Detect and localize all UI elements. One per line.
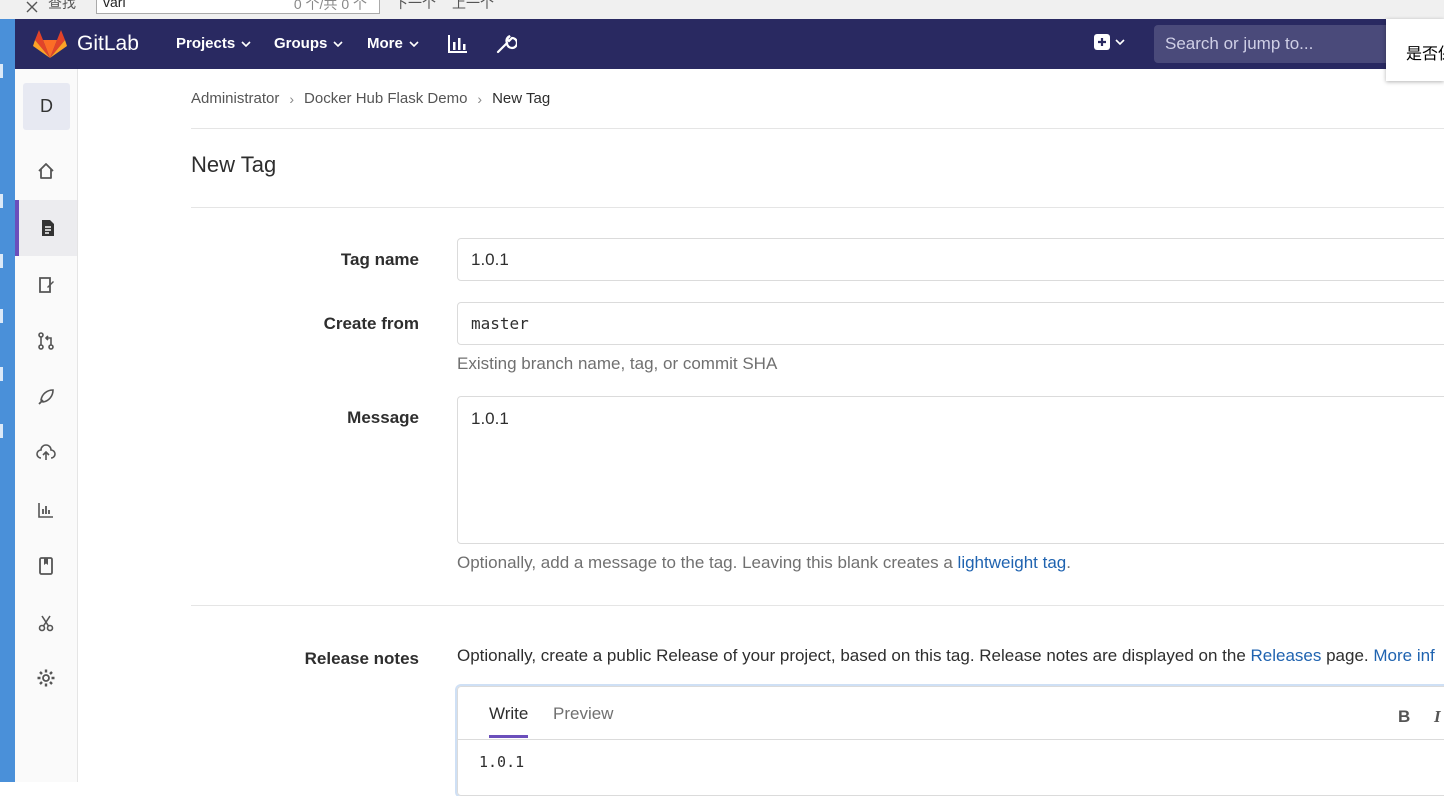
lightweight-tag-link[interactable]: lightweight tag xyxy=(958,553,1067,572)
chevron-down-icon xyxy=(1115,39,1125,45)
nav-more-menu[interactable]: More xyxy=(367,35,419,52)
ci-cd-icon xyxy=(38,389,54,405)
top-navbar: GitLab Projects Groups More Search or ju… xyxy=(15,19,1444,69)
create-from-label: Create from xyxy=(323,314,419,333)
editor-tabs: Write Preview B I xyxy=(458,687,1444,740)
sidebar-item-ci-cd[interactable] xyxy=(15,369,77,425)
snippets-icon xyxy=(38,615,54,632)
plus-square-icon xyxy=(1094,34,1110,50)
more-info-link[interactable]: More inf xyxy=(1373,646,1434,665)
find-input-value: vari xyxy=(103,0,126,10)
chart-icon[interactable] xyxy=(447,33,469,55)
nav-groups-menu[interactable]: Groups xyxy=(274,35,343,52)
divider xyxy=(191,605,1444,606)
message-help: Optionally, add a message to the tag. Le… xyxy=(457,553,1071,573)
nav-projects-menu[interactable]: Projects xyxy=(176,35,251,52)
sidebar-item-snippets[interactable] xyxy=(15,595,77,651)
find-count: 0 个/共 0 个 xyxy=(293,0,367,12)
operations-icon xyxy=(36,444,56,460)
sidebar-item-operations[interactable] xyxy=(15,425,77,481)
brand-name[interactable]: GitLab xyxy=(77,32,139,56)
message-help-suffix: . xyxy=(1066,553,1071,572)
find-prev-button[interactable]: 上一个 xyxy=(452,0,494,13)
message-textarea[interactable]: 1.0.1 xyxy=(457,396,1444,544)
nav-groups-label: Groups xyxy=(274,35,328,52)
gitlab-logo-icon[interactable] xyxy=(33,28,67,60)
merge-request-icon xyxy=(38,332,54,350)
nav-more-label: More xyxy=(367,35,403,52)
new-item-dropdown[interactable] xyxy=(1093,33,1125,51)
breadcrumb-item-current[interactable]: New Tag xyxy=(492,90,550,107)
message-help-text: Optionally, add a message to the tag. Le… xyxy=(457,553,958,572)
find-next-button[interactable]: 下一个 xyxy=(394,0,436,13)
breadcrumb-item-owner[interactable]: Administrator xyxy=(191,90,279,107)
main-content: Administrator › Docker Hub Flask Demo › … xyxy=(191,69,1444,796)
release-notes-textarea[interactable]: 1.0.1 xyxy=(479,753,524,771)
project-sidebar: D xyxy=(15,69,78,782)
sidebar-item-issues[interactable] xyxy=(15,257,77,313)
sidebar-item-wiki[interactable] xyxy=(15,538,77,594)
find-bar: 查找 vari 0 个/共 0 个 下一个 上一个 xyxy=(0,0,1444,19)
release-notes-label: Release notes xyxy=(304,649,419,668)
issues-icon xyxy=(39,277,54,293)
analytics-icon xyxy=(38,503,53,518)
tag-name-label: Tag name xyxy=(340,250,419,269)
italic-button[interactable]: I xyxy=(1434,707,1441,727)
find-close-button[interactable] xyxy=(26,0,38,13)
divider xyxy=(191,128,1444,129)
bold-button[interactable]: B xyxy=(1398,707,1410,727)
save-prompt-text: 是否保存 xyxy=(1406,46,1444,63)
sidebar-item-settings[interactable] xyxy=(15,650,77,706)
message-value: 1.0.1 xyxy=(471,409,509,428)
chevron-down-icon xyxy=(241,40,251,47)
search-placeholder: Search or jump to... xyxy=(1165,34,1314,53)
desktop-left-strip xyxy=(0,19,15,782)
sidebar-item-merge-requests[interactable] xyxy=(15,313,77,369)
tag-name-input[interactable]: 1.0.1 xyxy=(457,238,1444,281)
search-input[interactable]: Search or jump to... xyxy=(1154,25,1394,63)
message-label: Message xyxy=(347,408,419,427)
project-avatar[interactable]: D xyxy=(23,83,70,130)
breadcrumb-separator: › xyxy=(477,90,483,107)
home-icon xyxy=(38,163,54,179)
releases-link[interactable]: Releases xyxy=(1251,646,1322,665)
find-input[interactable]: vari 0 个/共 0 个 xyxy=(96,0,380,14)
sidebar-item-project-home[interactable] xyxy=(15,143,77,199)
tag-name-value: 1.0.1 xyxy=(471,250,509,269)
chevron-down-icon xyxy=(333,40,343,47)
release-notes-intro-text: Optionally, create a public Release of y… xyxy=(457,646,1251,665)
nav-projects-label: Projects xyxy=(176,35,236,52)
page-title: New Tag xyxy=(191,152,277,177)
sidebar-item-analytics[interactable] xyxy=(15,482,77,538)
chevron-down-icon xyxy=(409,40,419,47)
tab-preview[interactable]: Preview xyxy=(553,704,613,724)
breadcrumb: Administrator › Docker Hub Flask Demo › … xyxy=(191,90,550,107)
create-from-input[interactable]: master xyxy=(457,302,1444,345)
breadcrumb-separator: › xyxy=(289,90,295,107)
sidebar-item-repository[interactable] xyxy=(15,200,77,256)
release-notes-editor[interactable]: Write Preview B I 1.0.1 xyxy=(457,686,1444,796)
create-from-value: master xyxy=(471,314,529,333)
divider xyxy=(191,207,1444,208)
settings-icon xyxy=(37,669,55,687)
wrench-icon[interactable] xyxy=(495,33,517,55)
create-from-help: Existing branch name, tag, or commit SHA xyxy=(457,354,778,373)
repository-icon xyxy=(42,220,54,236)
breadcrumb-item-project[interactable]: Docker Hub Flask Demo xyxy=(304,90,467,107)
wiki-icon xyxy=(39,557,53,575)
find-label: 查找 xyxy=(48,0,76,11)
release-notes-intro-mid: page. xyxy=(1321,646,1374,665)
tab-write[interactable]: Write xyxy=(489,704,529,738)
release-notes-intro: Optionally, create a public Release of y… xyxy=(457,646,1435,666)
